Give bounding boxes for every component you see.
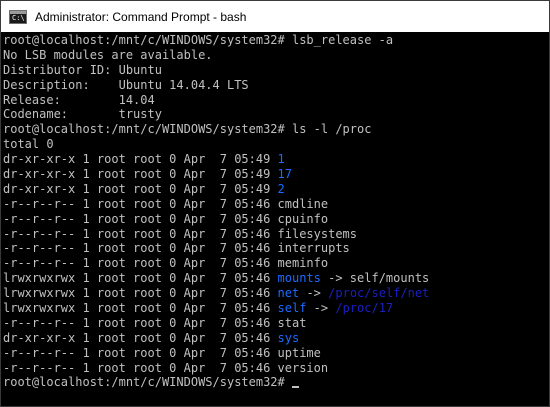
terminal-line: -r--r--r-- 1 root root 0 Apr 7 05:46 sta… bbox=[3, 316, 548, 331]
terminal-text: dr-xr-xr-x 1 root root 0 Apr 7 05:49 bbox=[3, 167, 278, 182]
terminal-line: lrwxrwxrwx 1 root root 0 Apr 7 05:46 net… bbox=[3, 286, 548, 301]
terminal-text: root@localhost:/mnt/c/WINDOWS/system32# … bbox=[3, 33, 394, 47]
cmd-icon-glyph: C:\ bbox=[12, 13, 25, 22]
command-prompt-window: C:\ Administrator: Command Prompt - bash… bbox=[0, 0, 550, 407]
terminal-text: root@localhost:/mnt/c/WINDOWS/system32# bbox=[3, 375, 292, 390]
terminal-text: -r--r--r-- 1 root root 0 Apr 7 05:46 sta… bbox=[3, 315, 307, 330]
directory-name: sys bbox=[277, 330, 300, 345]
directory-name: self bbox=[277, 301, 307, 316]
terminal-text: dr-xr-xr-x 1 root root 0 Apr 7 05:49 bbox=[3, 152, 278, 167]
terminal-line: No LSB modules are available. bbox=[3, 48, 548, 63]
terminal-line: Codename: trusty bbox=[3, 107, 548, 122]
terminal-text: -r--r--r-- 1 root root 0 Apr 7 05:46 ver… bbox=[3, 360, 329, 375]
terminal-line: dr-xr-xr-x 1 root root 0 Apr 7 05:46 sys bbox=[3, 331, 548, 346]
terminal-text: Distributor ID: Ubuntu bbox=[3, 62, 162, 77]
directory-name: 2 bbox=[277, 181, 285, 196]
terminal-text: dr-xr-xr-x 1 root root 0 Apr 7 05:49 bbox=[3, 181, 278, 196]
terminal-text: -r--r--r-- 1 root root 0 Apr 7 05:46 cpu… bbox=[3, 211, 329, 226]
directory-name: net bbox=[277, 286, 300, 301]
terminal-line: -r--r--r-- 1 root root 0 Apr 7 05:46 cmd… bbox=[3, 197, 548, 212]
terminal-line: root@localhost:/mnt/c/WINDOWS/system32# … bbox=[3, 122, 548, 137]
terminal-line: Release: 14.04 bbox=[3, 93, 548, 108]
terminal-text: lrwxrwxrwx 1 root root 0 Apr 7 05:46 bbox=[3, 286, 278, 301]
terminal-line: Description: Ubuntu 14.04.4 LTS bbox=[3, 78, 548, 93]
terminal-line: Distributor ID: Ubuntu bbox=[3, 63, 548, 78]
symlink-target: /proc/self/net bbox=[328, 286, 430, 301]
directory-name: 1 bbox=[277, 152, 285, 167]
terminal-text: -> bbox=[306, 301, 336, 316]
terminal-line: -r--r--r-- 1 root root 0 Apr 7 05:46 upt… bbox=[3, 346, 548, 361]
terminal-line: dr-xr-xr-x 1 root root 0 Apr 7 05:49 2 bbox=[3, 182, 548, 197]
terminal-line: root@localhost:/mnt/c/WINDOWS/system32# … bbox=[3, 33, 548, 48]
cmd-icon: C:\ bbox=[9, 9, 27, 24]
terminal-line: lrwxrwxrwx 1 root root 0 Apr 7 05:46 mou… bbox=[3, 271, 548, 286]
terminal-line: -r--r--r-- 1 root root 0 Apr 7 05:46 ver… bbox=[3, 361, 548, 376]
symlink-target: /proc/17 bbox=[335, 301, 394, 316]
terminal-text: -r--r--r-- 1 root root 0 Apr 7 05:46 mem… bbox=[3, 256, 329, 271]
terminal-text: -r--r--r-- 1 root root 0 Apr 7 05:46 cmd… bbox=[3, 196, 329, 211]
terminal-line: dr-xr-xr-x 1 root root 0 Apr 7 05:49 17 bbox=[3, 167, 548, 182]
terminal-line: total 0 bbox=[3, 137, 548, 152]
window-title: Administrator: Command Prompt - bash bbox=[35, 9, 247, 24]
terminal-line: lrwxrwxrwx 1 root root 0 Apr 7 05:46 sel… bbox=[3, 301, 548, 316]
terminal-text: lrwxrwxrwx 1 root root 0 Apr 7 05:46 bbox=[3, 271, 278, 286]
terminal-text: -> bbox=[299, 286, 329, 301]
terminal-output[interactable]: root@localhost:/mnt/c/WINDOWS/system32# … bbox=[3, 33, 548, 406]
terminal-line: -r--r--r-- 1 root root 0 Apr 7 05:46 fil… bbox=[3, 227, 548, 242]
terminal-line: -r--r--r-- 1 root root 0 Apr 7 05:46 mem… bbox=[3, 256, 548, 271]
terminal-text: lrwxrwxrwx 1 root root 0 Apr 7 05:46 bbox=[3, 301, 278, 316]
terminal-text: total 0 bbox=[3, 137, 54, 152]
terminal-text: root@localhost:/mnt/c/WINDOWS/system32# … bbox=[3, 122, 372, 137]
terminal-text: Codename: trusty bbox=[3, 107, 162, 122]
terminal-line: dr-xr-xr-x 1 root root 0 Apr 7 05:49 1 bbox=[3, 152, 548, 167]
terminal-line: -r--r--r-- 1 root root 0 Apr 7 05:46 int… bbox=[3, 241, 548, 256]
terminal-text: No LSB modules are available. bbox=[3, 47, 213, 62]
directory-name: 17 bbox=[277, 167, 292, 182]
terminal-text: -r--r--r-- 1 root root 0 Apr 7 05:46 upt… bbox=[3, 345, 321, 360]
terminal-text: dr-xr-xr-x 1 root root 0 Apr 7 05:46 bbox=[3, 330, 278, 345]
prompt-line: root@localhost:/mnt/c/WINDOWS/system32# bbox=[3, 375, 548, 390]
directory-name: mounts bbox=[277, 271, 321, 286]
terminal-text: Description: Ubuntu 14.04.4 LTS bbox=[3, 77, 249, 92]
terminal-text: -> self/mounts bbox=[320, 271, 430, 286]
terminal-line: -r--r--r-- 1 root root 0 Apr 7 05:46 cpu… bbox=[3, 212, 548, 227]
text-cursor bbox=[291, 386, 299, 389]
terminal-text: Release: 14.04 bbox=[3, 92, 155, 107]
terminal-text: -r--r--r-- 1 root root 0 Apr 7 05:46 int… bbox=[3, 241, 350, 256]
terminal-text: -r--r--r-- 1 root root 0 Apr 7 05:46 fil… bbox=[3, 226, 358, 241]
title-bar[interactable]: C:\ Administrator: Command Prompt - bash bbox=[1, 1, 549, 32]
